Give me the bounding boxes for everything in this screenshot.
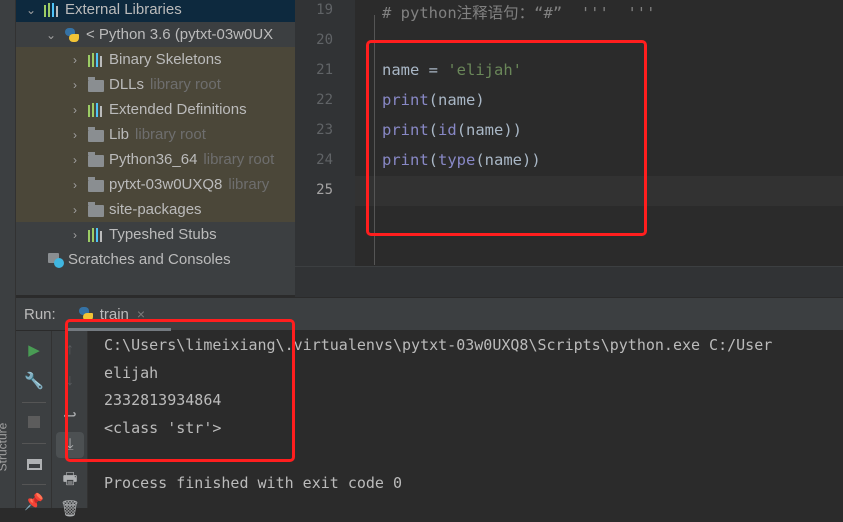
project-tree: ⌄ External Libraries ⌄ < Python 3.6 (pyt… bbox=[16, 0, 295, 295]
toolbar-divider bbox=[22, 443, 46, 444]
annotation-box-output bbox=[65, 319, 295, 462]
tree-item-label: site-packages bbox=[109, 201, 202, 218]
chevron-right-icon[interactable]: › bbox=[68, 53, 82, 67]
folder-icon bbox=[88, 201, 104, 217]
code-comment: # python注释语句：“#” ''' ''' bbox=[382, 4, 656, 22]
tree-item-extended-definitions[interactable]: › Extended Definitions bbox=[16, 97, 295, 122]
chevron-down-icon[interactable]: ⌄ bbox=[44, 28, 58, 42]
tree-item-lib[interactable]: › Lib library root bbox=[16, 122, 295, 147]
folder-icon bbox=[88, 176, 104, 192]
tree-item-label: < Python 3.6 (pytxt-03w0UX bbox=[86, 26, 274, 43]
library-icon bbox=[88, 52, 104, 67]
library-icon bbox=[88, 102, 104, 117]
tree-item-label: Extended Definitions bbox=[109, 101, 247, 118]
folder-icon bbox=[88, 76, 104, 92]
tree-item-label: Scratches and Consoles bbox=[68, 251, 231, 268]
layout-icon[interactable] bbox=[16, 451, 52, 477]
line-number: 22 bbox=[316, 92, 333, 108]
chevron-down-icon[interactable]: ⌄ bbox=[24, 3, 38, 17]
line-number: 19 bbox=[316, 2, 333, 18]
chevron-right-icon[interactable]: › bbox=[68, 203, 82, 217]
tree-item-site-packages[interactable]: › site-packages bbox=[16, 197, 295, 222]
chevron-right-icon[interactable]: › bbox=[68, 78, 82, 92]
tree-item-python36-64[interactable]: › Python36_64 library root bbox=[16, 147, 295, 172]
chevron-right-icon[interactable]: › bbox=[68, 128, 82, 142]
library-icon bbox=[44, 2, 60, 17]
tree-item-label: Lib bbox=[109, 126, 130, 143]
line-number: 23 bbox=[316, 122, 333, 138]
tree-item-label: pytxt-03w0UXQ8 bbox=[109, 176, 223, 193]
tree-item-suffix: library bbox=[228, 176, 270, 193]
tree-item-scratches[interactable]: Scratches and Consoles bbox=[16, 247, 295, 272]
toolbar-divider bbox=[22, 484, 46, 485]
rerun-play-icon[interactable]: ▶ bbox=[16, 337, 52, 363]
scratches-icon bbox=[48, 252, 64, 268]
tree-item-label: Typeshed Stubs bbox=[109, 226, 217, 243]
library-icon bbox=[88, 227, 104, 242]
stop-icon[interactable] bbox=[16, 409, 52, 435]
chevron-right-icon[interactable]: › bbox=[68, 228, 82, 242]
console-line-exit: Process finished with exit code 0 bbox=[104, 474, 403, 492]
tree-item-dlls[interactable]: › DLLs library root bbox=[16, 72, 295, 97]
tree-item-typeshed-stubs[interactable]: › Typeshed Stubs bbox=[16, 222, 295, 247]
tree-item-label: Python36_64 bbox=[109, 151, 198, 168]
editor-breadcrumb-bar bbox=[295, 266, 843, 297]
line-number: 24 bbox=[316, 152, 333, 168]
tree-item-suffix: library root bbox=[135, 126, 206, 143]
trash-icon[interactable]: 🗑 bbox=[52, 496, 88, 522]
tree-item-pytxt-venv[interactable]: › pytxt-03w0UXQ8 library bbox=[16, 172, 295, 197]
wrench-icon[interactable]: 🔧 bbox=[16, 368, 52, 394]
annotation-box-code bbox=[366, 40, 647, 236]
pin-icon[interactable]: 📌 bbox=[16, 489, 52, 515]
run-toolbar-primary: ▶ 🔧 📌 bbox=[16, 331, 52, 511]
run-label: Run: bbox=[24, 305, 56, 323]
print-icon[interactable]: 🖶 bbox=[52, 468, 88, 494]
tree-item-suffix: library root bbox=[203, 151, 275, 168]
structure-tab[interactable]: Structure bbox=[0, 423, 9, 472]
chevron-right-icon[interactable]: › bbox=[68, 153, 82, 167]
tree-item-binary-skeletons[interactable]: › Binary Skeletons bbox=[16, 47, 295, 72]
line-number: 25 bbox=[316, 182, 333, 198]
tree-item-python-sdk[interactable]: ⌄ < Python 3.6 (pytxt-03w0UX bbox=[16, 22, 295, 47]
python-icon bbox=[64, 27, 80, 43]
tree-item-label: DLLs bbox=[109, 76, 145, 93]
chevron-right-icon[interactable]: › bbox=[68, 178, 82, 192]
tree-item-suffix: library root bbox=[150, 76, 221, 93]
tree-item-external-libraries[interactable]: ⌄ External Libraries bbox=[16, 0, 295, 22]
line-number: 21 bbox=[316, 62, 333, 78]
tree-item-label: Binary Skeletons bbox=[109, 51, 222, 68]
folder-icon bbox=[88, 151, 104, 167]
folder-icon bbox=[88, 126, 104, 142]
toolbar-divider bbox=[22, 402, 46, 403]
line-number: 20 bbox=[316, 32, 333, 48]
chevron-right-icon[interactable]: › bbox=[68, 103, 82, 117]
tree-item-label: External Libraries bbox=[65, 1, 182, 18]
